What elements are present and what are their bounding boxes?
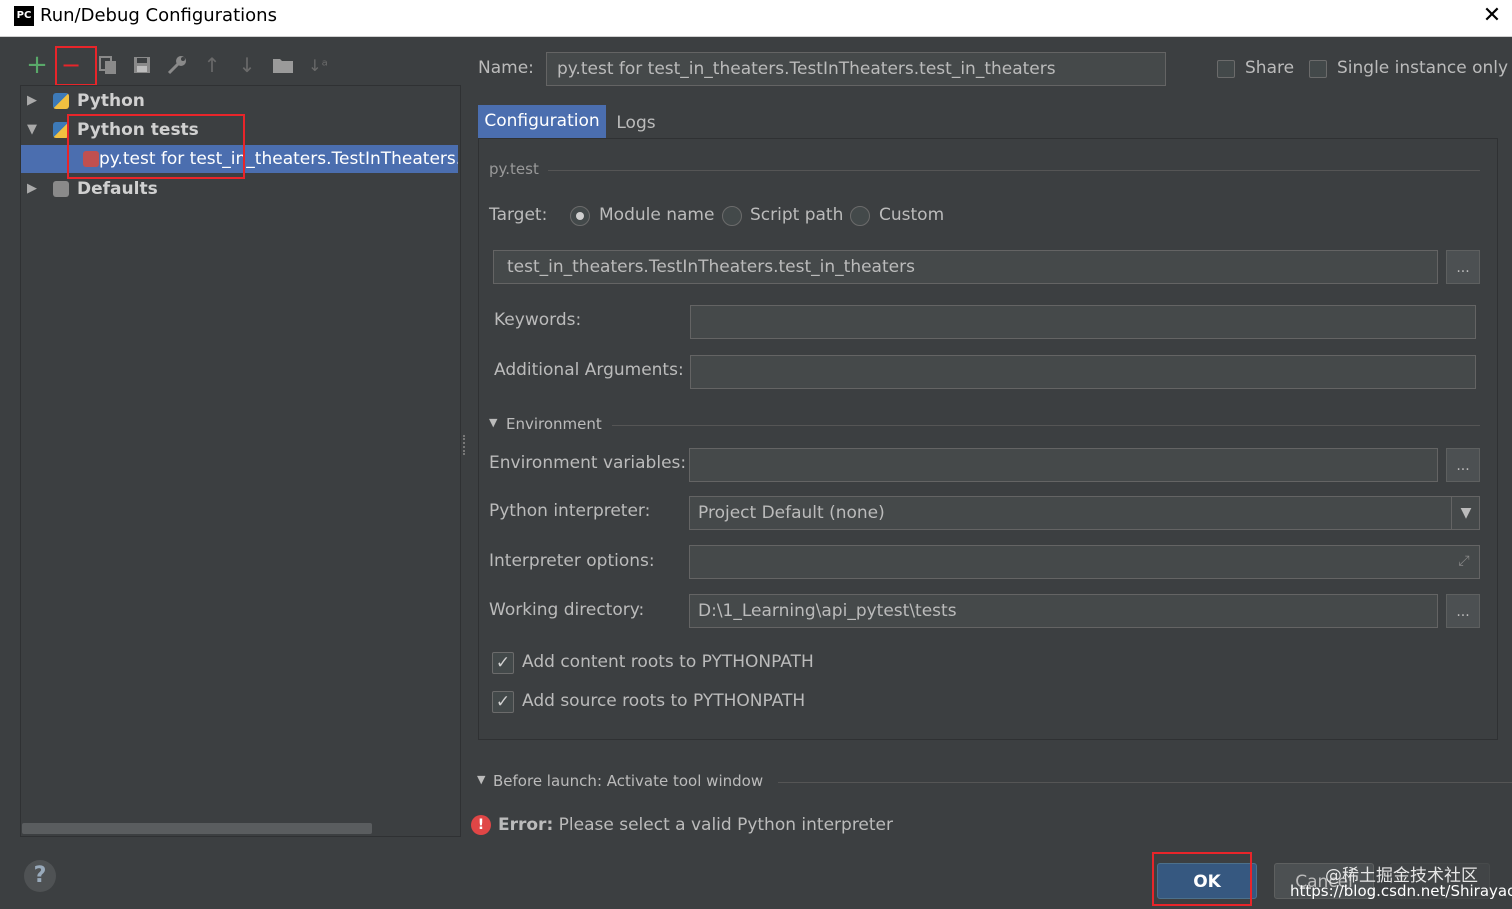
env-vars-input[interactable] bbox=[689, 448, 1438, 482]
env-vars-label: Environment variables: bbox=[489, 453, 687, 473]
content-roots-label: Add content roots to PYTHONPATH bbox=[522, 652, 814, 672]
pycharm-app-icon: PC bbox=[14, 6, 34, 26]
window-title: Run/Debug Configurations bbox=[40, 5, 277, 26]
highlight-remove bbox=[55, 46, 97, 86]
target-input[interactable]: test_in_theaters.TestInTheaters.test_in_… bbox=[493, 250, 1438, 284]
error-prefix: Error: bbox=[498, 815, 554, 835]
tree-item-label: Python bbox=[77, 91, 145, 111]
config-tree: ▶ Python ▼ Python tests py.test for test… bbox=[20, 85, 461, 837]
add-icon[interactable]: + bbox=[24, 50, 50, 80]
highlight-python-tests bbox=[67, 114, 245, 179]
tab-logs[interactable]: Logs bbox=[610, 108, 662, 138]
move-down-icon[interactable]: ↓ bbox=[234, 52, 260, 78]
additional-arguments-label: Additional Arguments: bbox=[494, 360, 684, 380]
copy-icon[interactable] bbox=[95, 52, 121, 78]
before-launch-title[interactable]: Before launch: Activate tool window bbox=[493, 772, 763, 790]
python-interpreter-value: Project Default (none) bbox=[698, 503, 885, 523]
section-divider bbox=[548, 170, 1480, 171]
keywords-label: Keywords: bbox=[494, 310, 582, 330]
tree-item-defaults[interactable]: ▶ Defaults bbox=[21, 175, 458, 203]
env-vars-browse-button[interactable]: ... bbox=[1446, 448, 1480, 482]
section-title-pytest: py.test bbox=[489, 160, 539, 178]
additional-arguments-input[interactable] bbox=[690, 355, 1476, 389]
chevron-down-icon[interactable]: ▼ bbox=[1451, 497, 1480, 529]
source-roots-label: Add source roots to PYTHONPATH bbox=[522, 691, 806, 711]
radio-label-module-name: Module name bbox=[599, 205, 715, 225]
error-text: Please select a valid Python interpreter bbox=[553, 815, 894, 835]
name-input[interactable]: py.test for test_in_theaters.TestInTheat… bbox=[546, 52, 1166, 86]
sort-icon[interactable]: ↓ᵃ bbox=[305, 52, 331, 78]
interpreter-options-label: Interpreter options: bbox=[489, 551, 655, 571]
splitter-handle[interactable] bbox=[463, 435, 469, 455]
python-interpreter-label: Python interpreter: bbox=[489, 501, 651, 521]
error-message: Error: Please select a valid Python inte… bbox=[498, 815, 893, 835]
name-label: Name: bbox=[478, 58, 534, 78]
share-checkbox[interactable] bbox=[1217, 60, 1235, 78]
share-label: Share bbox=[1245, 58, 1295, 78]
working-directory-label: Working directory: bbox=[489, 600, 645, 620]
python-icon bbox=[53, 93, 69, 109]
content-roots-checkbox[interactable]: ✓ bbox=[492, 652, 514, 674]
error-icon: ! bbox=[471, 815, 491, 835]
save-icon[interactable] bbox=[129, 52, 155, 78]
collapse-arrow-icon[interactable]: ▼ bbox=[27, 116, 37, 144]
folder-icon[interactable] bbox=[270, 52, 296, 78]
python-interpreter-select[interactable]: Project Default (none) bbox=[689, 496, 1480, 530]
target-label: Target: bbox=[489, 205, 548, 225]
keywords-input[interactable] bbox=[690, 305, 1476, 339]
target-browse-button[interactable]: ... bbox=[1446, 250, 1480, 284]
move-up-icon[interactable]: ↑ bbox=[199, 52, 225, 78]
radio-script-path[interactable] bbox=[722, 206, 742, 226]
defaults-wrench-icon bbox=[53, 181, 69, 197]
title-bar: PC Run/Debug Configurations ✕ bbox=[0, 0, 1512, 37]
environment-title[interactable]: Environment bbox=[506, 415, 602, 433]
wrench-icon[interactable] bbox=[164, 52, 190, 78]
single-instance-checkbox[interactable] bbox=[1309, 60, 1327, 78]
working-directory-browse-button[interactable]: ... bbox=[1446, 594, 1480, 628]
tree-item-label: Defaults bbox=[77, 179, 158, 199]
watermark-line2: https://blog.csdn.net/Shirayao bbox=[1290, 882, 1512, 900]
single-instance-label: Single instance only bbox=[1337, 58, 1509, 78]
environment-collapse-icon[interactable]: ▼ bbox=[489, 416, 497, 429]
tree-item-python[interactable]: ▶ Python bbox=[21, 87, 458, 115]
expand-arrow-icon[interactable]: ▶ bbox=[27, 175, 37, 203]
radio-custom[interactable] bbox=[850, 206, 870, 226]
configuration-panel bbox=[478, 138, 1498, 740]
radio-label-custom: Custom bbox=[879, 205, 945, 225]
tab-configuration[interactable]: Configuration bbox=[478, 105, 606, 139]
close-icon[interactable]: ✕ bbox=[1478, 2, 1506, 30]
before-launch-collapse-icon[interactable]: ▼ bbox=[477, 773, 485, 786]
interpreter-options-input[interactable] bbox=[689, 545, 1480, 579]
radio-module-name[interactable] bbox=[570, 206, 590, 226]
help-button[interactable]: ? bbox=[24, 860, 56, 892]
environment-divider bbox=[612, 425, 1480, 426]
expand-arrow-icon[interactable]: ▶ bbox=[27, 87, 37, 115]
radio-label-script-path: Script path bbox=[750, 205, 844, 225]
before-launch-divider bbox=[778, 782, 1512, 783]
highlight-ok bbox=[1152, 852, 1252, 906]
expand-icon[interactable]: ⤢ bbox=[1455, 553, 1473, 571]
working-directory-input[interactable]: D:\1_Learning\api_pytest\tests bbox=[689, 594, 1438, 628]
source-roots-checkbox[interactable]: ✓ bbox=[492, 691, 514, 713]
tree-horizontal-scrollbar[interactable] bbox=[22, 823, 372, 834]
